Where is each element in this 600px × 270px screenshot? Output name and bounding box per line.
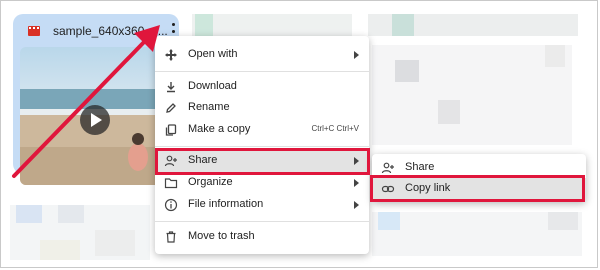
red-arrow-icon [12,25,160,178]
